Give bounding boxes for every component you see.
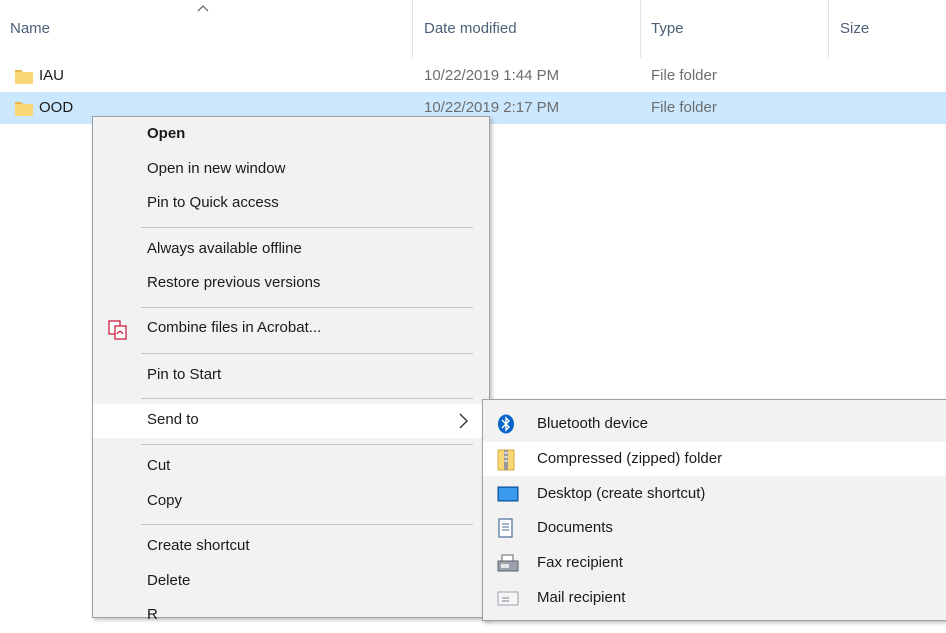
menu-item-label: Combine files in Acrobat... xyxy=(147,319,322,336)
menu-item-send-to[interactable]: Send to xyxy=(93,404,489,438)
column-name-header[interactable]: Name xyxy=(10,20,50,37)
folder-icon xyxy=(15,70,33,84)
bluetooth-icon xyxy=(498,414,514,434)
send-to-label: Bluetooth device xyxy=(537,415,648,432)
menu-item-label: Always available offline xyxy=(147,240,302,257)
menu-item-label: Send to xyxy=(147,411,199,428)
menu-item-label: Open in new window xyxy=(147,160,286,177)
menu-item-create-shortcut[interactable]: Create shortcut xyxy=(93,530,489,564)
menu-item-label: Restore previous versions xyxy=(147,274,321,291)
column-divider[interactable] xyxy=(640,0,641,58)
menu-item-open[interactable]: Open xyxy=(93,118,489,152)
menu-item-label: Cut xyxy=(147,457,171,474)
menu-item-pin-quick-access[interactable]: Pin to Quick access xyxy=(93,187,489,221)
send-to-label: Compressed (zipped) folder xyxy=(537,450,723,467)
column-divider[interactable] xyxy=(828,0,829,58)
file-date: 10/22/2019 2:17 PM xyxy=(424,99,560,116)
menu-item-restore-previous[interactable]: Restore previous versions xyxy=(93,267,489,301)
send-to-compressed-folder[interactable]: Compressed (zipped) folder xyxy=(483,442,946,476)
column-type-header[interactable]: Type xyxy=(651,20,684,37)
documents-icon xyxy=(498,518,513,538)
column-size-header[interactable]: Size xyxy=(840,20,869,37)
menu-item-open-new-window[interactable]: Open in new window xyxy=(93,153,489,187)
menu-separator xyxy=(141,227,473,228)
send-to-bluetooth[interactable]: Bluetooth device xyxy=(483,407,946,441)
file-name: OOD xyxy=(39,99,74,116)
file-date: 10/22/2019 1:44 PM xyxy=(424,67,560,84)
menu-item-label: Pin to Start xyxy=(147,366,222,383)
menu-item-label: Copy xyxy=(147,492,183,509)
menu-separator xyxy=(141,307,473,308)
menu-separator xyxy=(141,524,473,525)
column-divider[interactable] xyxy=(412,0,413,58)
send-to-fax[interactable]: Fax recipient xyxy=(483,546,946,580)
context-menu: Open Open in new window Pin to Quick acc… xyxy=(92,116,490,623)
send-to-submenu: Bluetooth device Compressed (zipped) fol… xyxy=(482,399,946,621)
menu-separator xyxy=(141,444,473,445)
menu-item-label: Create shortcut xyxy=(147,537,250,554)
send-to-label: Documents xyxy=(537,519,613,536)
file-row-iau[interactable]: IAU 10/22/2019 1:44 PM File folder xyxy=(0,60,946,92)
send-to-label: Desktop (create shortcut) xyxy=(537,485,706,502)
menu-item-combine-acrobat[interactable]: Combine files in Acrobat... xyxy=(93,312,489,346)
file-type: File folder xyxy=(651,99,717,116)
menu-item-label: Delete xyxy=(147,572,191,589)
mail-icon xyxy=(497,591,519,606)
fax-icon xyxy=(497,554,519,572)
menu-item-cut[interactable]: Cut xyxy=(93,450,489,484)
column-header: Name Date modified Type Size xyxy=(0,0,946,58)
menu-separator xyxy=(141,398,473,399)
acrobat-icon xyxy=(108,320,127,340)
sort-ascending-icon[interactable] xyxy=(196,3,210,13)
send-to-label: Mail recipient xyxy=(537,589,626,606)
folder-icon xyxy=(15,102,33,116)
send-to-mail[interactable]: Mail recipient xyxy=(483,581,946,615)
menu-item-rename[interactable]: R xyxy=(93,599,489,633)
send-to-documents[interactable]: Documents xyxy=(483,511,946,545)
file-name: IAU xyxy=(39,67,65,84)
column-date-header[interactable]: Date modified xyxy=(424,20,517,37)
file-type: File folder xyxy=(651,67,717,84)
menu-item-pin-to-start[interactable]: Pin to Start xyxy=(93,359,489,393)
chevron-right-icon xyxy=(459,413,468,429)
send-to-desktop[interactable]: Desktop (create shortcut) xyxy=(483,477,946,511)
menu-item-label: R xyxy=(147,606,158,623)
menu-item-label: Pin to Quick access xyxy=(147,194,279,211)
desktop-icon xyxy=(497,486,519,502)
menu-item-copy[interactable]: Copy xyxy=(93,485,489,519)
menu-item-label: Open xyxy=(147,125,186,142)
menu-item-always-offline[interactable]: Always available offline xyxy=(93,233,489,267)
menu-item-delete[interactable]: Delete xyxy=(93,565,489,599)
send-to-label: Fax recipient xyxy=(537,554,623,571)
zip-folder-icon xyxy=(497,449,515,471)
menu-separator xyxy=(141,353,473,354)
